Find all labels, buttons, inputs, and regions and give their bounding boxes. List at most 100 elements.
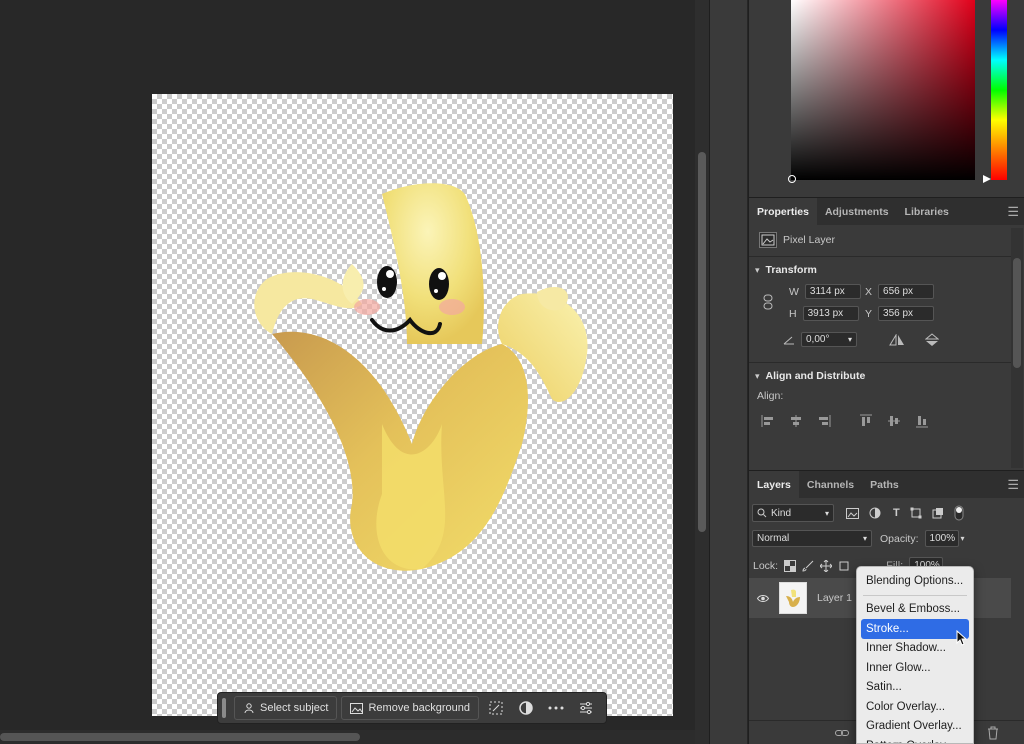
layers-tab-bar: Layers Channels Paths ☰ (749, 470, 1024, 498)
drag-handle[interactable] (222, 698, 226, 718)
lock-move-icon[interactable] (820, 559, 833, 572)
pixel-layer-icon (759, 232, 777, 248)
align-right-edges-icon[interactable] (817, 414, 831, 428)
color-cursor-icon (788, 175, 796, 183)
align-top-edges-icon[interactable] (859, 414, 873, 428)
menu-item-pattern-overlay[interactable]: Pattern Overlay... (857, 736, 973, 743)
tab-libraries[interactable]: Libraries (897, 198, 957, 225)
settings-sliders-icon[interactable] (573, 696, 599, 720)
align-section-header[interactable]: ▾ Align and Distribute (755, 370, 865, 382)
shape-filter-icon[interactable] (910, 507, 922, 519)
y-field[interactable]: 356 px (878, 306, 935, 321)
angle-icon (783, 336, 794, 344)
saturation-field[interactable] (791, 0, 975, 180)
lock-artboard-icon[interactable] (838, 560, 850, 572)
search-icon (757, 508, 767, 518)
menu-item-satin[interactable]: Satin... (857, 678, 973, 698)
lock-brush-icon[interactable] (802, 560, 814, 572)
transform-title: Transform (765, 264, 817, 276)
banana-character-image (254, 183, 588, 571)
pixel-filter-icon[interactable] (846, 507, 859, 519)
filter-toggle-icon[interactable] (954, 505, 964, 521)
menu-item-blending-options[interactable]: Blending Options... (857, 571, 973, 591)
width-field[interactable]: 3114 px (804, 284, 861, 299)
kind-filter-select[interactable]: Kind ▾ (752, 504, 834, 522)
flip-vertical-icon[interactable] (925, 332, 939, 347)
y-row: Y 356 px (865, 306, 935, 321)
banana-thumbnail-icon (786, 589, 800, 607)
hue-marker-icon (983, 175, 991, 183)
align-label-row: Align: (757, 390, 783, 402)
tab-adjustments[interactable]: Adjustments (817, 198, 897, 225)
mouse-pointer-icon (956, 630, 968, 646)
layer-name[interactable]: Layer 1 (817, 592, 852, 604)
menu-item-inner-glow[interactable]: Inner Glow... (857, 658, 973, 678)
transform-select-icon[interactable] (483, 696, 509, 720)
link-layers-icon[interactable] (835, 728, 849, 738)
adjustment-circle-icon[interactable] (513, 696, 539, 720)
smart-object-filter-icon[interactable] (932, 507, 944, 519)
height-row: H 3913 px (789, 306, 859, 321)
tool-strip (709, 0, 747, 744)
menu-item-color-overlay[interactable]: Color Overlay... (857, 697, 973, 717)
hue-slider[interactable] (991, 0, 1007, 180)
panel-menu-icon[interactable]: ☰ (1007, 471, 1019, 498)
x-row: X 656 px (865, 284, 935, 299)
more-options-icon[interactable] (543, 696, 569, 720)
tab-layers[interactable]: Layers (749, 471, 799, 498)
lock-transparency-icon[interactable] (784, 559, 797, 572)
align-title: Align and Distribute (765, 370, 866, 382)
align-left-edges-icon[interactable] (761, 414, 775, 428)
person-select-icon (244, 703, 254, 714)
flip-horizontal-icon[interactable] (889, 333, 905, 346)
filter-row: Kind ▾ T (752, 504, 964, 522)
menu-item-stroke[interactable]: Stroke... (861, 619, 969, 639)
height-field[interactable]: 3913 px (802, 306, 859, 321)
panel-menu-icon[interactable]: ☰ (1007, 198, 1019, 225)
tab-channels[interactable]: Channels (799, 471, 862, 498)
link-chain-icon[interactable] (763, 294, 773, 310)
chevron-down-icon: ▾ (755, 264, 760, 275)
layer-type-row: Pixel Layer (759, 232, 835, 248)
lock-label: Lock: (753, 559, 779, 572)
canvas-area[interactable]: Select subject Remove background (0, 0, 695, 744)
menu-item-bevel-emboss[interactable]: Bevel & Emboss... (857, 600, 973, 620)
opacity-field[interactable]: 100% (924, 530, 959, 547)
angle-field[interactable]: 0,00° ▾ (801, 332, 857, 347)
x-field[interactable]: 656 px (878, 284, 935, 299)
properties-body: Pixel Layer ▾ Transform W 3114 px X 656 … (749, 228, 1011, 468)
properties-scrollbar[interactable] (1011, 228, 1023, 468)
align-bottom-edges-icon[interactable] (915, 414, 929, 428)
contextual-task-bar: Select subject Remove background (217, 692, 607, 724)
align-horizontal-centers-icon[interactable] (789, 414, 803, 428)
layer-style-context-menu: Blending Options... Bevel & Emboss... St… (856, 566, 974, 744)
align-vertical-centers-icon[interactable] (887, 414, 901, 428)
opacity-label: Opacity: (880, 532, 919, 545)
select-subject-label: Select subject (260, 702, 329, 714)
align-buttons-row (761, 414, 929, 428)
align-label: Align: (757, 390, 784, 402)
blend-mode-value: Normal (757, 533, 790, 544)
blend-row: Normal ▾ Opacity: 100% ▾ (752, 530, 965, 547)
select-subject-button[interactable]: Select subject (234, 696, 338, 720)
angle-value: 0,00° (806, 334, 830, 345)
adjustment-filter-icon[interactable] (869, 507, 881, 519)
image-icon (350, 702, 364, 714)
type-filter-icon[interactable]: T (893, 507, 900, 519)
trash-icon[interactable] (987, 726, 999, 740)
eye-visibility-icon[interactable] (757, 594, 769, 603)
width-row: W 3114 px (789, 284, 861, 299)
tab-paths[interactable]: Paths (862, 471, 907, 498)
x-label: X (865, 285, 873, 298)
opacity-dropdown-icon[interactable]: ▾ (961, 534, 965, 543)
document-canvas[interactable] (152, 94, 673, 716)
blend-mode-select[interactable]: Normal ▾ (752, 530, 872, 547)
remove-background-button[interactable]: Remove background (341, 696, 479, 720)
canvas-vertical-scrollbar[interactable] (695, 0, 709, 744)
menu-item-gradient-overlay[interactable]: Gradient Overlay... (857, 717, 973, 737)
canvas-horizontal-scrollbar[interactable] (0, 730, 695, 744)
transform-section-header[interactable]: ▾ Transform (755, 264, 817, 276)
menu-divider (863, 594, 967, 596)
tab-properties[interactable]: Properties (749, 198, 817, 225)
angle-row: 0,00° ▾ (783, 332, 939, 347)
